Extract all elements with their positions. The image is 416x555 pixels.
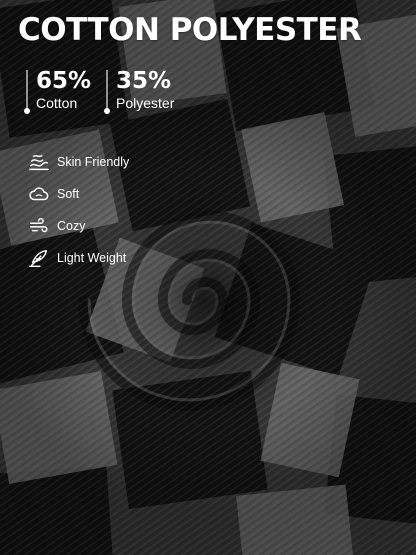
page-title: COTTON POLYESTER bbox=[18, 12, 362, 48]
stat-marker bbox=[104, 70, 110, 114]
skin-friendly-icon bbox=[29, 154, 49, 171]
polyester-percent: 35% bbox=[116, 68, 172, 94]
feature-label: Soft bbox=[57, 187, 80, 201]
feature-item-light-weight: Light Weight bbox=[28, 242, 129, 274]
feature-list: Skin Friendly Soft Cozy Light Weight bbox=[28, 146, 129, 274]
cotton-percent: 65% bbox=[36, 68, 92, 94]
feature-item-soft: Soft bbox=[28, 178, 129, 210]
feature-label: Cozy bbox=[57, 219, 86, 233]
cotton-label: Cotton bbox=[36, 95, 78, 111]
feature-label: Light Weight bbox=[57, 251, 127, 265]
feature-item-skin-friendly: Skin Friendly bbox=[28, 146, 129, 178]
wind-icon bbox=[30, 217, 48, 233]
cloud-icon bbox=[29, 187, 49, 201]
product-image: COTTON POLYESTER 65% Cotton 35% Polyeste… bbox=[0, 0, 416, 555]
composition-cotton: 65% Cotton bbox=[24, 68, 92, 114]
feather-icon bbox=[29, 249, 48, 267]
polyester-label: Polyester bbox=[116, 95, 175, 111]
feature-item-cozy: Cozy bbox=[28, 210, 129, 242]
stat-marker bbox=[24, 70, 30, 114]
composition-polyester: 35% Polyester bbox=[104, 68, 175, 114]
feature-label: Skin Friendly bbox=[57, 155, 130, 169]
